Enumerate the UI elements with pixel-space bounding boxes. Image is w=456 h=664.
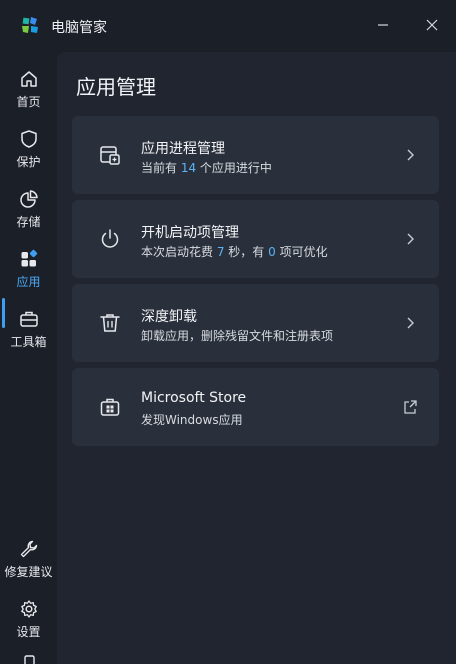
home-icon xyxy=(21,71,37,87)
app-process-icon xyxy=(100,146,120,165)
chevron-right-icon xyxy=(407,317,414,329)
card-microsoft-store[interactable]: Microsoft Store 发现Windows应用 xyxy=(72,368,439,446)
card-deep-uninstall[interactable]: 深度卸载 卸载应用，删除残留文件和注册表项 xyxy=(72,284,439,362)
running-app-count: 14 xyxy=(180,161,197,175)
card-subtitle: 卸载应用，删除残留文件和注册表项 xyxy=(141,329,334,343)
sidebar-item-settings[interactable]: 设置 xyxy=(0,598,57,658)
chevron-right-icon xyxy=(407,233,414,245)
sidebar-item-label: 首页 xyxy=(16,95,41,109)
card-title: 深度卸载 xyxy=(141,309,197,325)
sidebar-item-label: 设置 xyxy=(16,625,41,639)
sidebar-item-repair[interactable]: 修复建议 xyxy=(0,538,57,598)
store-icon xyxy=(100,398,120,416)
subtitle-text: 秒，有 xyxy=(224,245,269,259)
sidebar-item-protect[interactable]: 保护 xyxy=(0,128,57,188)
shield-icon xyxy=(21,130,37,148)
optimizable-count: 0 xyxy=(268,245,276,259)
close-button[interactable] xyxy=(422,15,442,35)
close-icon xyxy=(426,19,438,31)
toolbox-icon xyxy=(20,311,38,327)
card-title: Microsoft Store xyxy=(141,390,247,406)
app-logo-icon xyxy=(22,17,38,33)
subtitle-text: 本次启动花费 xyxy=(141,245,217,259)
subtitle-text: 个应用进行中 xyxy=(196,161,272,175)
card-title: 应用进程管理 xyxy=(141,141,225,157)
app-title: 电脑管家 xyxy=(51,20,107,36)
sidebar-item-home[interactable]: 首页 xyxy=(0,68,57,128)
phone-icon[interactable] xyxy=(20,654,38,664)
page-title: 应用管理 xyxy=(76,75,156,99)
main-panel: 应用管理 应用进程管理 当前有 14 个应用进行中 开机启动项管理 本次启动花费… xyxy=(57,52,456,664)
external-link-icon xyxy=(404,400,417,414)
sidebar-item-toolbox[interactable]: 工具箱 xyxy=(0,308,57,368)
gear-icon xyxy=(21,600,37,618)
card-subtitle: 当前有 14 个应用进行中 xyxy=(141,159,272,176)
power-icon xyxy=(101,229,119,248)
subtitle-text: 当前有 xyxy=(141,161,181,175)
card-startup[interactable]: 开机启动项管理 本次启动花费 7 秒，有 0 项可优化 xyxy=(72,200,439,278)
wrench-icon xyxy=(20,540,38,558)
card-title: 开机启动项管理 xyxy=(141,225,239,241)
chevron-right-icon xyxy=(407,149,414,161)
sidebar: 首页 保护 存储 应用 工具箱 修复建议 设置 xyxy=(0,50,57,664)
pie-chart-icon xyxy=(20,190,38,208)
trash-icon xyxy=(100,314,120,332)
title-bar: 电脑管家 xyxy=(0,0,456,50)
sidebar-item-label: 应用 xyxy=(16,275,41,289)
sidebar-item-label: 工具箱 xyxy=(10,335,47,349)
apps-icon xyxy=(21,249,38,267)
sidebar-item-label: 保护 xyxy=(16,155,41,169)
card-app-process[interactable]: 应用进程管理 当前有 14 个应用进行中 xyxy=(72,116,439,194)
card-subtitle: 发现Windows应用 xyxy=(141,413,243,427)
minimize-icon xyxy=(378,24,388,26)
sidebar-item-label: 存储 xyxy=(16,215,41,229)
minimize-button[interactable] xyxy=(373,15,393,35)
subtitle-text: 项可优化 xyxy=(275,245,328,259)
sidebar-item-label: 修复建议 xyxy=(4,565,53,579)
sidebar-item-storage[interactable]: 存储 xyxy=(0,188,57,248)
sidebar-item-apps[interactable]: 应用 xyxy=(0,248,57,308)
card-subtitle: 本次启动花费 7 秒，有 0 项可优化 xyxy=(141,243,328,260)
